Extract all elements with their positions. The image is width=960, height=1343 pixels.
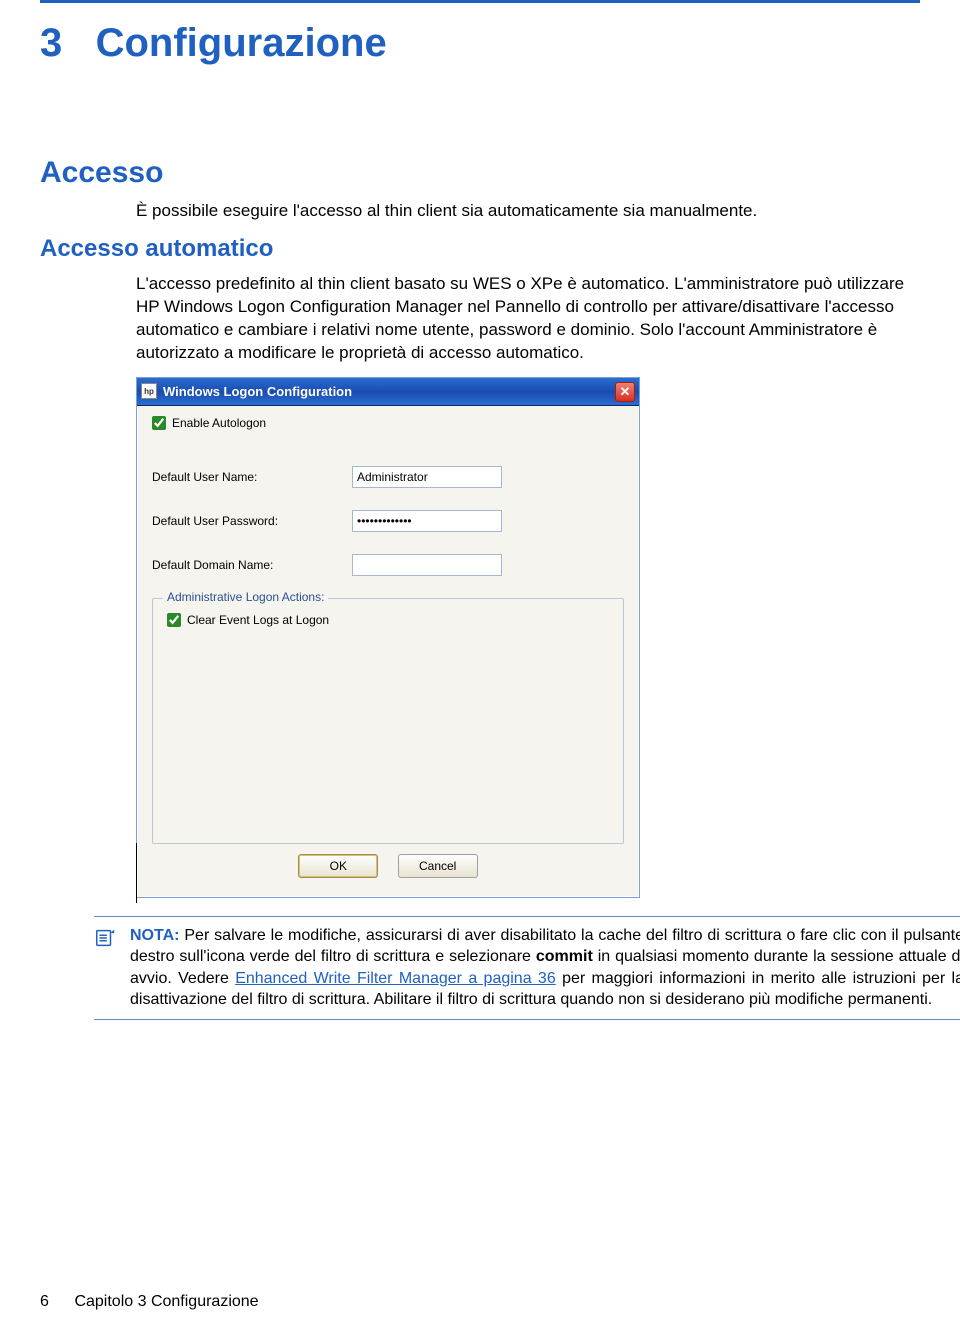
default-domain-label: Default Domain Name: — [152, 558, 352, 572]
enable-autologon-row: Enable Autologon — [152, 416, 624, 430]
dialog-body: Enable Autologon Default User Name: Defa… — [137, 406, 639, 897]
default-password-label: Default User Password: — [152, 514, 352, 528]
default-domain-row: Default Domain Name: — [152, 554, 624, 576]
subsection-paragraph: L'accesso predefinito al thin client bas… — [136, 273, 920, 365]
ewf-manager-link[interactable]: Enhanced Write Filter Manager a pagina 3… — [235, 970, 556, 987]
section-heading-accesso: Accesso — [40, 156, 920, 190]
logon-config-dialog: hp Windows Logon Configuration ✕ Enable … — [136, 377, 640, 898]
clear-event-logs-label: Clear Event Logs at Logon — [187, 613, 329, 627]
section-intro-text: È possibile eseguire l'accesso al thin c… — [136, 200, 920, 223]
cancel-button[interactable]: Cancel — [398, 854, 478, 878]
default-username-input[interactable] — [352, 466, 502, 488]
enable-autologon-label: Enable Autologon — [172, 416, 266, 430]
default-username-label: Default User Name: — [152, 470, 352, 484]
note-bottom-rule — [94, 1019, 960, 1020]
hp-icon: hp — [141, 383, 157, 399]
footer-chapter-label: Capitolo 3 Configurazione — [74, 1293, 258, 1310]
dialog-button-row: OK Cancel — [152, 844, 624, 890]
ok-button[interactable]: OK — [298, 854, 378, 878]
dialog-title-text: Windows Logon Configuration — [163, 384, 352, 399]
default-username-row: Default User Name: — [152, 466, 624, 488]
clear-event-logs-row: Clear Event Logs at Logon — [167, 613, 609, 627]
close-icon[interactable]: ✕ — [615, 382, 635, 402]
note-block: NOTA: Per salvare le modifiche, assicura… — [94, 916, 960, 1020]
default-password-row: Default User Password: — [152, 510, 624, 532]
default-domain-input[interactable] — [352, 554, 502, 576]
note-label: NOTA: — [130, 927, 179, 944]
clear-event-logs-checkbox[interactable] — [167, 613, 181, 627]
note-text: NOTA: Per salvare le modifiche, assicura… — [130, 925, 960, 1011]
note-icon — [94, 927, 118, 954]
enable-autologon-checkbox[interactable] — [152, 416, 166, 430]
chapter-number: 3 — [40, 21, 62, 65]
default-password-input[interactable] — [352, 510, 502, 532]
page-footer: 6 Capitolo 3 Configurazione — [40, 1293, 259, 1311]
dialog-titlebar: hp Windows Logon Configuration ✕ — [137, 378, 639, 406]
note-commit-bold: commit — [536, 948, 593, 965]
admin-logon-actions-group: Administrative Logon Actions: Clear Even… — [152, 598, 624, 844]
admin-logon-actions-legend: Administrative Logon Actions: — [163, 590, 328, 604]
subsection-heading-accesso-automatico: Accesso automatico — [40, 235, 920, 263]
top-rule — [40, 0, 920, 3]
chapter-name: Configurazione — [96, 21, 387, 65]
page-number: 6 — [40, 1293, 70, 1311]
chapter-title: 3 Configurazione — [40, 21, 920, 66]
dialog-left-tick — [136, 843, 137, 903]
